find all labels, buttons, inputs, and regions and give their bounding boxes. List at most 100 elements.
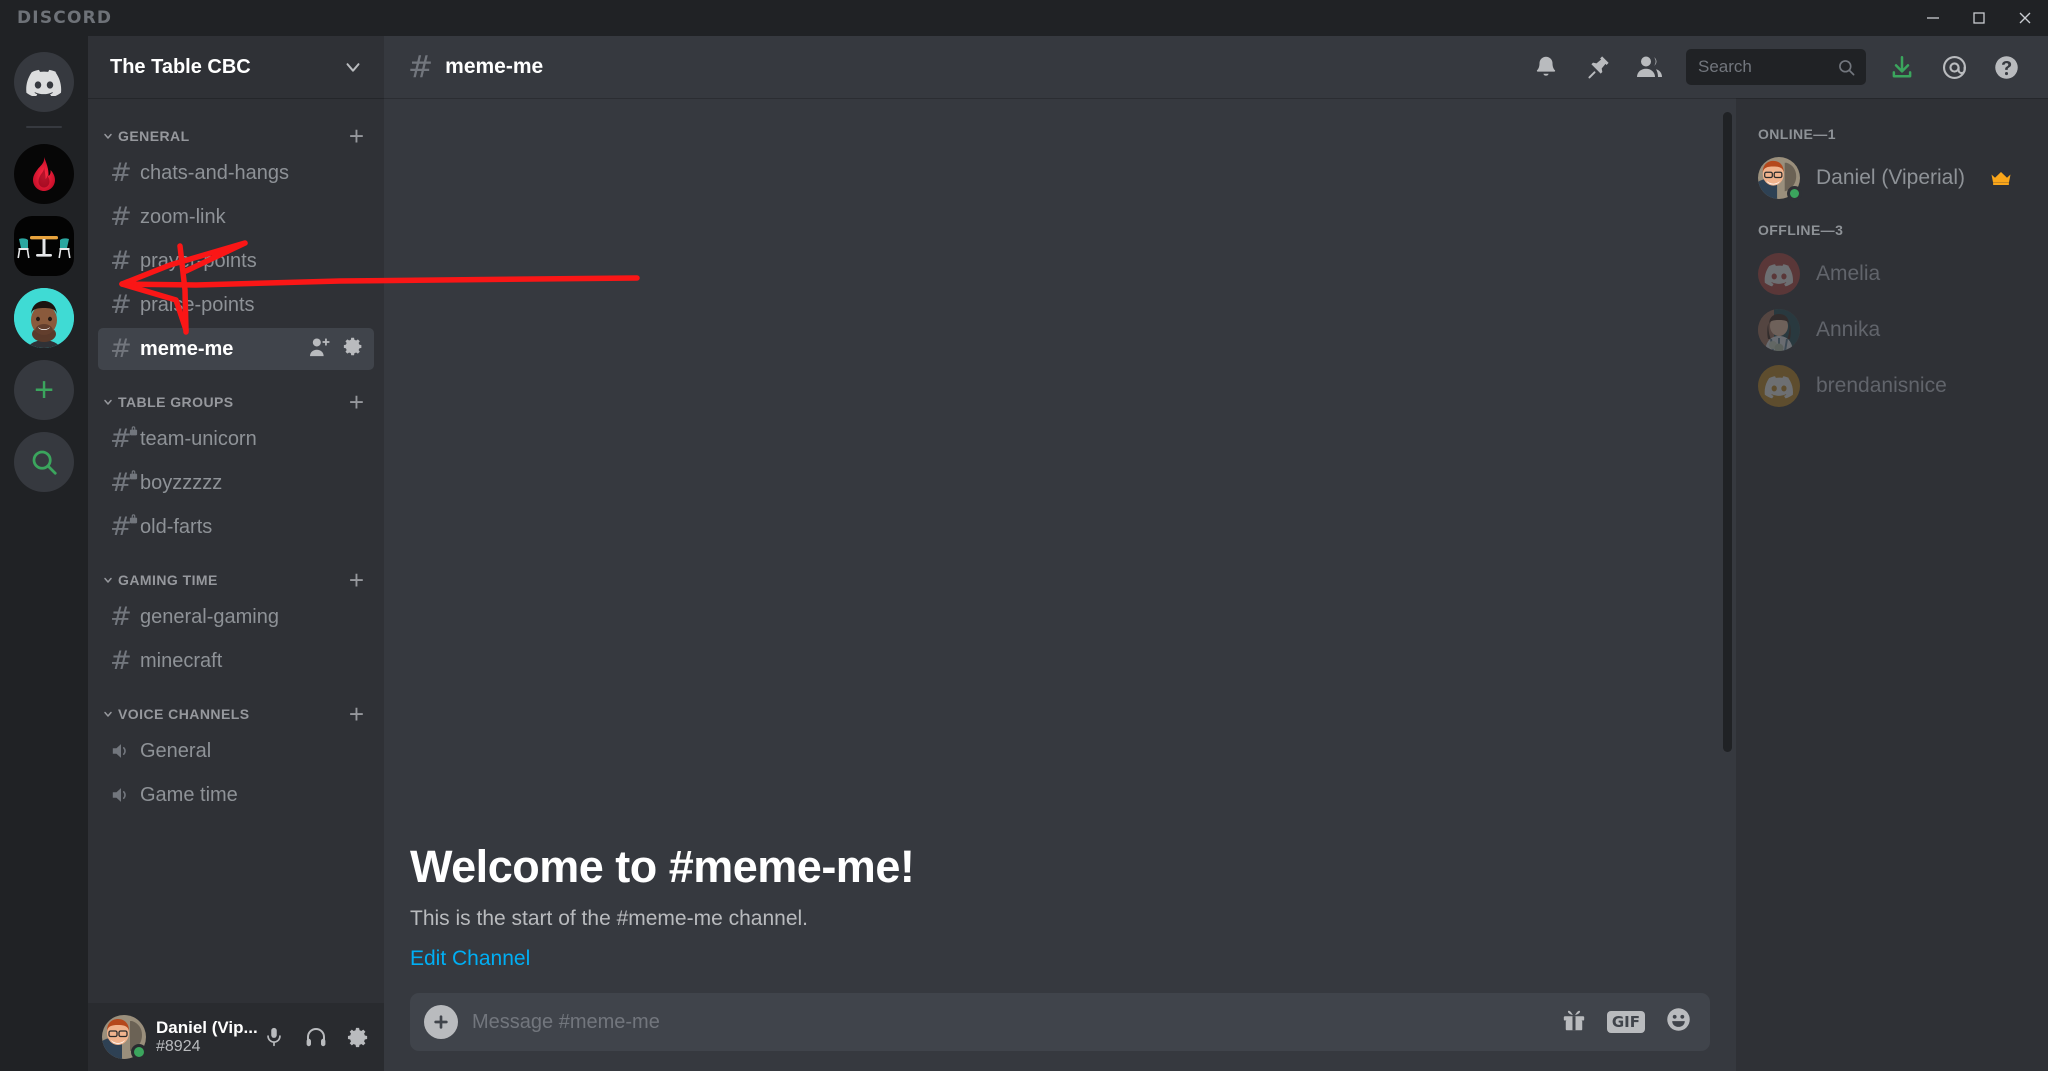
member-row-brendanisnice[interactable]: brendanisnice [1736,358,2048,414]
channel-praise-points[interactable]: # praise-points [98,284,374,326]
maximize-button[interactable] [1956,0,2002,36]
user-info[interactable]: Daniel (Vip... #8924 [156,1018,258,1056]
content-area: Welcome to #meme-me! This is the start o… [384,98,2048,1071]
avatar [1758,309,1800,351]
hash-icon: # [110,426,140,452]
status-indicator-online [1787,186,1802,201]
inbox-download-icon[interactable] [1878,43,1926,91]
member-row-daniel[interactable]: Daniel (Viperial) [1736,150,2048,206]
channel-minecraft[interactable]: # minecraft [98,640,374,682]
hash-icon: # [110,602,132,632]
discord-wordmark: DISCORD [17,8,113,28]
search-box[interactable]: Search [1686,49,1866,85]
create-channel-icon[interactable]: + [349,389,364,415]
channel-boyzzzzz[interactable]: # boyzzzzz [98,462,374,504]
message-scrollbar[interactable] [1723,112,1732,752]
welcome-title: Welcome to #meme-me! [410,841,915,892]
gift-icon[interactable] [1561,1007,1587,1038]
hash-icon: # [110,290,132,320]
plus-icon: + [34,371,54,409]
channel-settings-gear-icon[interactable] [343,336,364,362]
channel-name: minecraft [140,649,223,672]
channel-meme-me[interactable]: # meme-me [98,328,374,370]
hash-icon: # [110,646,132,676]
search-input[interactable]: Search [1698,57,1837,77]
microphone-icon[interactable] [256,1019,292,1055]
avatar [1758,253,1800,295]
category-gaming-time[interactable]: GAMING TIME + [88,564,384,596]
avatar [1758,365,1800,407]
member-group-offline-label: OFFLINE—3 [1758,222,1844,238]
member-row-annika[interactable]: Annika [1736,302,2048,358]
category-voice-channels[interactable]: VOICE CHANNELS + [88,698,384,730]
gif-icon[interactable]: GIF [1606,1011,1645,1033]
member-name: brendanisnice [1816,374,1947,397]
headphones-icon[interactable] [298,1019,334,1055]
channel-general-gaming[interactable]: # general-gaming [98,596,374,638]
add-server-button[interactable]: + [14,360,74,420]
chevron-down-icon [102,396,114,408]
notifications-bell-icon[interactable] [1522,43,1570,91]
user-panel-actions [256,1019,376,1055]
server-icon-direct-message[interactable] [14,288,74,348]
message-input[interactable]: Message #meme-me [472,1011,1561,1034]
lock-icon [129,514,138,524]
explore-servers-button[interactable] [14,432,74,492]
user-discriminator: #8924 [156,1037,201,1055]
avatar[interactable] [102,1015,147,1060]
invite-member-icon[interactable] [309,337,331,362]
hash-icon: # [110,158,132,188]
create-channel-icon[interactable]: + [349,701,364,727]
speaker-icon [110,785,140,805]
channel-name: team-unicorn [140,427,257,450]
message-scroll[interactable]: Welcome to #meme-me! This is the start o… [384,98,1736,993]
chevron-down-icon [102,574,114,586]
title-bar: DISCORD [0,0,2048,36]
server-icon-discord-home[interactable] [14,52,74,112]
channel-prayer-points[interactable]: # prayer-points [98,240,374,282]
server-icon-table-cbc[interactable] [14,216,74,276]
mentions-icon[interactable] [1930,43,1978,91]
channel-old-farts[interactable]: # old-farts [98,506,374,548]
pin-icon[interactable] [1574,43,1622,91]
voice-channel-general[interactable]: General [98,730,374,772]
attach-file-button[interactable] [424,1005,458,1039]
hash-icon: # [110,246,132,276]
chevron-down-icon [342,56,364,78]
channel-name: old-farts [140,515,213,538]
voice-channel-game-time[interactable]: Game time [98,774,374,816]
channel-zoom-link[interactable]: # zoom-link [98,196,374,238]
create-channel-icon[interactable]: + [349,567,364,593]
message-composer: Message #meme-me GIF [384,993,1736,1071]
help-icon[interactable] [1982,43,2030,91]
server-header[interactable]: The Table CBC [88,36,384,98]
members-icon[interactable] [1626,43,1674,91]
member-name: Annika [1816,318,1881,341]
minimize-button[interactable] [1910,0,1956,36]
category-general[interactable]: GENERAL + [88,120,384,152]
user-panel: Daniel (Vip... #8924 [88,1003,384,1071]
server-icon-flame[interactable] [14,144,74,204]
edit-channel-link[interactable]: Edit Channel [410,947,1710,971]
member-row-amelia[interactable]: Amelia [1736,246,2048,302]
user-settings-gear-icon[interactable] [340,1019,376,1055]
chevron-down-icon [102,130,114,142]
channel-chats-and-hangs[interactable]: # chats-and-hangs [98,152,374,194]
close-button[interactable] [2002,0,2048,36]
welcome-subtitle: This is the start of the #meme-me channe… [410,907,809,930]
search-icon [1837,58,1856,77]
server-rail: + [0,36,88,1071]
avatar [1758,157,1802,201]
crown-icon [1990,170,2012,186]
create-channel-icon[interactable]: + [349,123,364,149]
channel-list[interactable]: GENERAL + # chats-and-hangs # zoom-link … [88,98,384,1003]
composer-bar[interactable]: Message #meme-me GIF [410,993,1710,1051]
chevron-down-icon [102,708,114,720]
rail-divider [26,126,62,128]
category-label: TABLE GROUPS [118,394,234,410]
speaker-icon [110,741,140,761]
channel-welcome: Welcome to #meme-me! This is the start o… [410,841,1710,971]
emoji-icon[interactable] [1665,1006,1692,1038]
category-table-groups[interactable]: TABLE GROUPS + [88,386,384,418]
channel-team-unicorn[interactable]: # team-unicorn [98,418,374,460]
